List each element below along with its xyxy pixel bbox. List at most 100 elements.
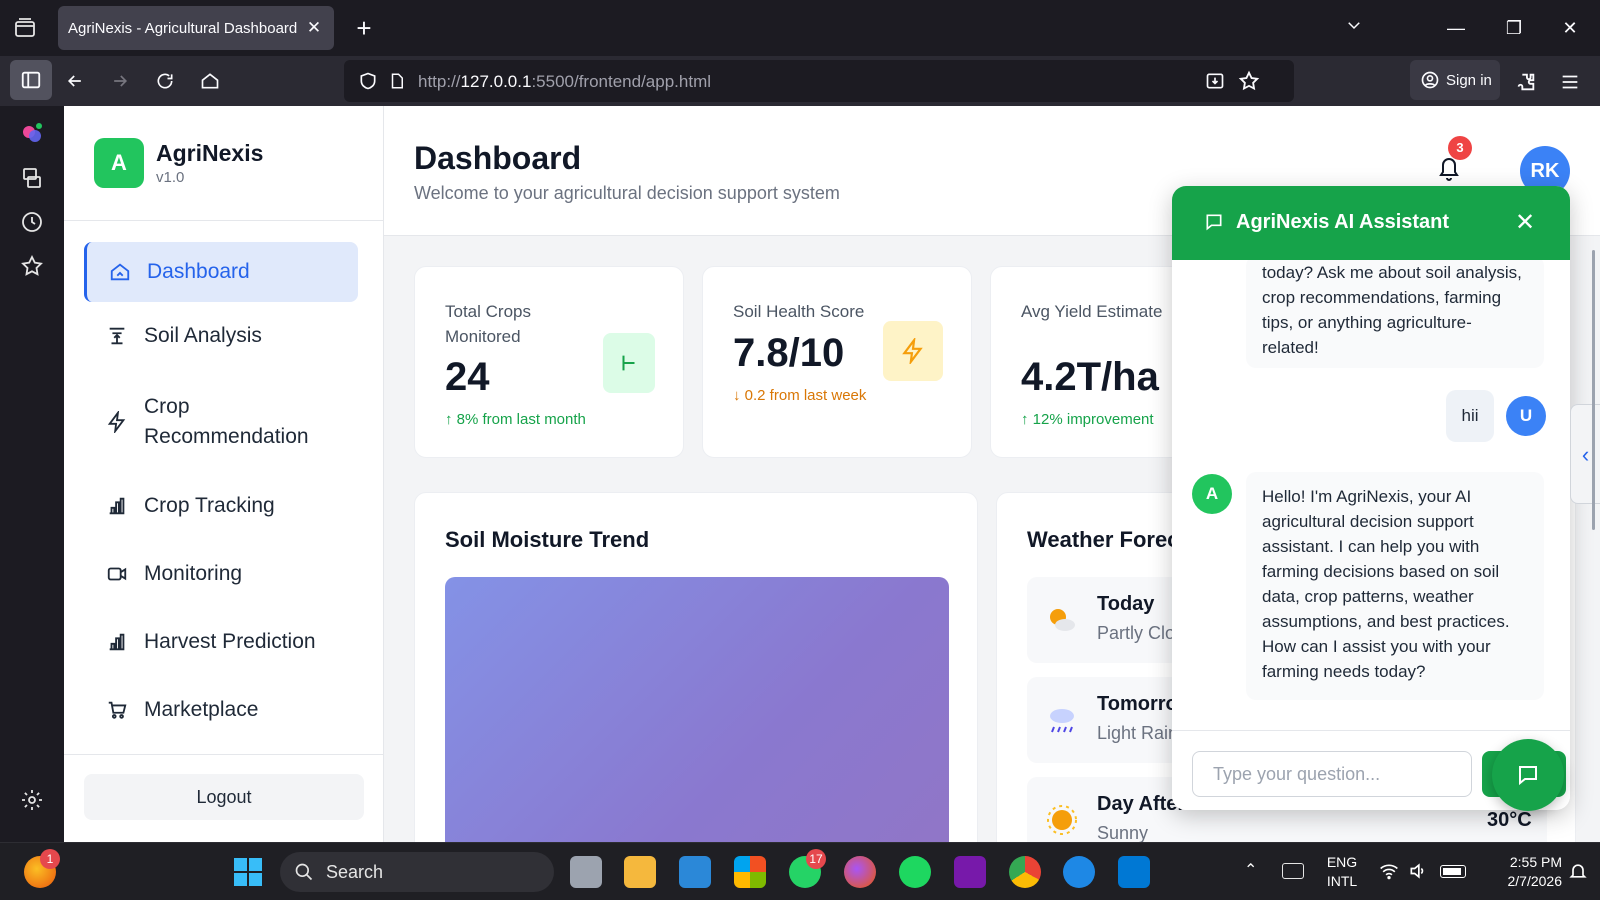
battery-icon[interactable]: [1440, 865, 1466, 878]
home-icon: [110, 263, 130, 281]
bot-chat-avatar: A: [1192, 474, 1232, 514]
history-icon[interactable]: [20, 210, 44, 234]
stat-delta: ↑ 12% improvement: [1021, 411, 1154, 428]
search-icon: [295, 863, 313, 881]
clock[interactable]: 2:55 PM 2/7/2026: [1482, 853, 1563, 891]
chat-header: AgriNexis AI Assistant ✕: [1172, 186, 1570, 260]
stat-card-soil-health: Soil Health Score 7.8/10 ↓ 0.2 from last…: [702, 266, 972, 458]
home-button[interactable]: [193, 64, 227, 98]
stat-card-crops: Total Crops Monitored 24 ↑ 8% from last …: [414, 266, 684, 458]
search-label: Search: [326, 861, 384, 882]
chat-close-icon[interactable]: ✕: [1512, 210, 1538, 236]
notifications-center-icon[interactable]: [1568, 861, 1588, 881]
soil-moisture-chart: [445, 577, 949, 842]
bolt-icon: [883, 321, 943, 381]
copilot-icon[interactable]: [20, 122, 44, 146]
nav-item-crop-tracking[interactable]: Crop Tracking: [84, 482, 358, 530]
menu-icon[interactable]: [1559, 71, 1581, 93]
volume-icon[interactable]: [1408, 861, 1428, 881]
video-icon: [107, 567, 127, 581]
minimize-button[interactable]: —: [1441, 14, 1471, 42]
chat-bubble-icon: [1519, 766, 1537, 786]
bookmark-star-icon[interactable]: [1238, 70, 1260, 92]
user-chat-avatar: U: [1506, 396, 1546, 436]
reload-button[interactable]: [148, 64, 182, 98]
soil-moisture-card: Soil Moisture Trend: [414, 492, 978, 842]
forward-button[interactable]: [103, 64, 137, 98]
browser-tab[interactable]: AgriNexis - Agricultural Dashboard ✕: [58, 6, 334, 50]
new-tab-button[interactable]: +: [350, 14, 378, 42]
chrome-icon[interactable]: [1009, 856, 1041, 888]
chat-input[interactable]: [1192, 751, 1472, 797]
bot-message: today? Ask me about soil analysis, crop …: [1246, 260, 1544, 368]
settings-gear-icon[interactable]: [20, 788, 44, 812]
nav-item-soil-analysis[interactable]: Soil Analysis: [84, 312, 358, 360]
account-icon: [1421, 71, 1439, 89]
chat-bubble-icon: [1206, 214, 1222, 231]
nav-item-marketplace[interactable]: Marketplace: [84, 686, 358, 734]
tab-list-icon[interactable]: [12, 16, 38, 40]
sun-icon: [1047, 805, 1077, 835]
keyboard-icon[interactable]: [1282, 863, 1304, 879]
divider: [64, 220, 384, 221]
nav-label: Crop Recommendation: [144, 395, 309, 448]
url-text[interactable]: http://127.0.0.1:5500/frontend/app.html: [418, 72, 711, 92]
stat-label: Total Crops Monitored: [445, 302, 531, 346]
logout-button[interactable]: Logout: [84, 774, 364, 820]
restore-button[interactable]: ❐: [1499, 14, 1529, 42]
vscode-icon[interactable]: [1118, 856, 1150, 888]
sign-in-button[interactable]: Sign in: [1410, 60, 1500, 100]
back-button[interactable]: [58, 64, 92, 98]
page-icon[interactable]: [388, 71, 406, 91]
stat-label: Soil Health Score: [733, 302, 865, 321]
spotify-icon[interactable]: [899, 856, 931, 888]
collapse-panel-tab[interactable]: ‹: [1570, 404, 1600, 504]
tab-overflow-icon[interactable]: [1339, 14, 1369, 42]
firefox-taskbar-icon[interactable]: [844, 856, 876, 888]
microsoft-store-icon[interactable]: [734, 856, 766, 888]
nav-label: Dashboard: [147, 260, 250, 283]
close-window-button[interactable]: ✕: [1555, 14, 1585, 42]
stat-value: 7.8/10: [733, 331, 845, 375]
extensions-icon[interactable]: [1515, 71, 1537, 93]
language-indicator[interactable]: ENG INTL: [1322, 853, 1362, 891]
onenote-icon[interactable]: [954, 856, 986, 888]
scrollbar[interactable]: [1592, 250, 1595, 530]
tray-overflow-icon[interactable]: ⌃: [1244, 861, 1257, 880]
ai-chat-panel: AgriNexis AI Assistant ✕ today? Ask me a…: [1172, 186, 1570, 810]
partly-cloudy-icon: [1050, 609, 1075, 631]
bot-message: Hello! I'm AgriNexis, your AI agricultur…: [1246, 472, 1544, 700]
chat-title: AgriNexis AI Assistant: [1236, 211, 1450, 233]
browser-navbar: http://127.0.0.1:5500/frontend/app.html …: [0, 56, 1600, 106]
wifi-icon[interactable]: [1378, 861, 1400, 881]
chat-toggle-button[interactable]: [1492, 739, 1564, 811]
nav-label: Crop Tracking: [144, 494, 275, 517]
url-bar[interactable]: http://127.0.0.1:5500/frontend/app.html: [344, 60, 1294, 102]
windows-start-icon[interactable]: [232, 856, 264, 888]
weather-desc: Sunny: [1097, 823, 1149, 842]
bar-chart-icon: [109, 497, 125, 515]
notification-badge: 3: [1448, 136, 1472, 160]
bolt-icon: [107, 411, 126, 433]
weather-desc: Light Rain: [1097, 723, 1179, 743]
bookmarks-icon[interactable]: [20, 254, 44, 278]
page-subtitle: Welcome to your agricultural decision su…: [414, 183, 840, 203]
remote-desktop-icon[interactable]: [1063, 856, 1095, 888]
save-page-icon[interactable]: [1204, 71, 1226, 91]
user-message: hii: [1446, 390, 1494, 442]
nav-item-dashboard[interactable]: Dashboard: [84, 242, 358, 302]
shield-icon[interactable]: [358, 71, 378, 91]
nav-item-harvest-prediction[interactable]: Harvest Prediction: [84, 618, 358, 666]
photos-icon[interactable]: [679, 856, 711, 888]
browser-sidebar: [0, 106, 64, 842]
nav-label: Soil Analysis: [144, 324, 262, 347]
nav-item-monitoring[interactable]: Monitoring: [84, 550, 358, 598]
synced-tabs-icon[interactable]: [20, 166, 44, 190]
task-view-icon[interactable]: [570, 856, 602, 888]
rain-cloud-icon: [1050, 709, 1074, 733]
sidebar-toggle-button[interactable]: [10, 60, 52, 100]
taskbar-search[interactable]: Search: [280, 852, 554, 892]
nav-item-crop-recommendation[interactable]: Crop Recommendation: [84, 382, 358, 462]
file-explorer-icon[interactable]: [624, 856, 656, 888]
tab-close-icon[interactable]: ✕: [304, 18, 324, 38]
